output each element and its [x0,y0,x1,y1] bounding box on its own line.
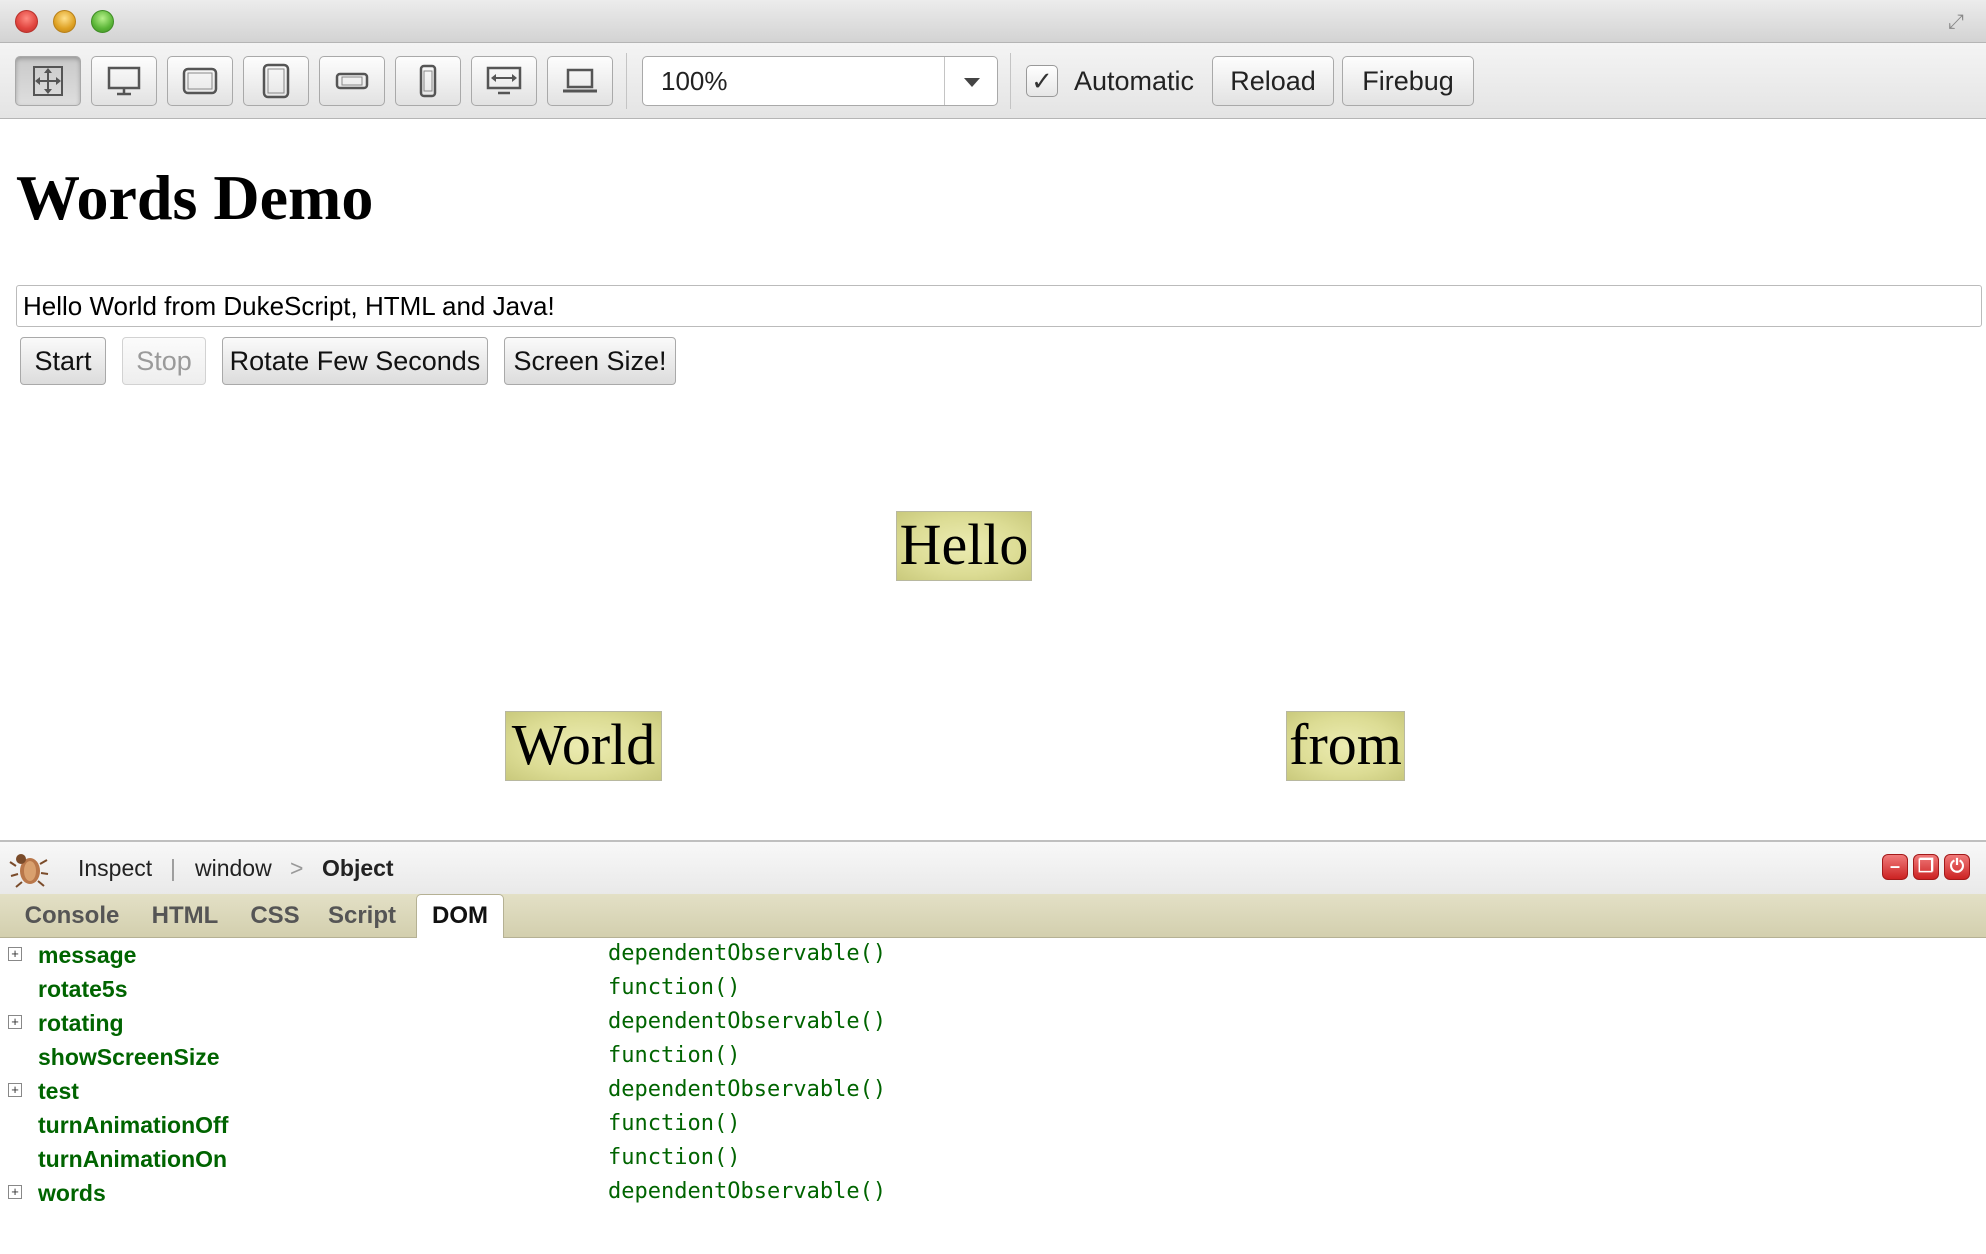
expand-plus-icon[interactable]: + [8,1015,22,1029]
stop-button[interactable]: Stop [122,337,206,385]
dom-value[interactable]: function() [608,1142,740,1174]
tab-script[interactable]: Script [318,894,406,938]
dom-key[interactable]: rotate5s [38,972,127,1006]
dom-value[interactable]: function() [608,1040,740,1072]
dom-value[interactable]: dependentObservable() [608,1176,886,1208]
dom-value[interactable]: function() [608,1108,740,1140]
move-arrows-button[interactable] [15,56,81,106]
dom-key[interactable]: turnAnimationOff [38,1108,228,1142]
breadcrumb-separator: > [290,855,304,881]
phone-portrait-icon [419,64,437,98]
expand-plus-icon[interactable]: + [8,1083,22,1097]
dom-row-turnanimationoff: turnAnimationOff function() [0,1108,1986,1142]
laptop-icon [563,68,597,93]
dom-key[interactable]: message [38,938,136,972]
device-toolbar: 100% ✓ Automatic Reload Firebug [0,43,1986,119]
word-from: from [1286,711,1405,781]
dom-row-words: + words dependentObservable() [0,1176,1986,1210]
phone-portrait-button[interactable] [395,56,461,106]
dom-property-list: + message dependentObservable() rotate5s… [0,938,1986,1254]
dom-row-rotating: + rotating dependentObservable() [0,1006,1986,1040]
start-button[interactable]: Start [20,337,106,385]
widescreen-icon [486,66,522,95]
automatic-checkbox[interactable]: ✓ [1026,65,1058,97]
expand-plus-icon[interactable]: + [8,947,22,961]
close-window-button[interactable] [15,10,38,33]
tab-html[interactable]: HTML [140,894,230,938]
inspect-button[interactable]: Inspect [78,842,152,894]
breadcrumb-object[interactable]: Object [322,842,394,894]
dom-key[interactable]: rotating [38,1006,124,1040]
dom-row-showscreensize: showScreenSize function() [0,1040,1986,1074]
word-world: World [505,711,662,781]
rotate-few-seconds-button[interactable]: Rotate Few Seconds [222,337,488,385]
word-hello: Hello [896,511,1032,581]
crumb-divider: | [170,855,176,881]
tablet-portrait-icon [262,63,290,99]
close-icon: ⏻ [1949,856,1965,876]
fullscreen-icon[interactable]: ⤢ [1944,10,1968,34]
minimize-icon: – [1889,856,1900,876]
widescreen-button[interactable] [471,56,537,106]
dom-key[interactable]: test [38,1074,79,1108]
minimize-window-button[interactable] [53,10,76,33]
dom-key[interactable]: turnAnimationOn [38,1142,227,1176]
firebug-header: Inspect | window > Object – ❐ ⏻ [0,840,1986,894]
page-title: Words Demo [16,162,374,233]
dom-row-rotate5s: rotate5s function() [0,972,1986,1006]
desktop-monitor-button[interactable] [91,56,157,106]
toolbar-separator [1010,53,1011,109]
zoom-value: 100% [661,66,728,96]
detach-panel-button[interactable]: ❐ [1913,854,1939,880]
detach-icon: ❐ [1917,856,1935,876]
dom-value[interactable]: dependentObservable() [608,1074,886,1106]
minimize-panel-button[interactable]: – [1882,854,1908,880]
zoom-select[interactable]: 100% [642,56,998,106]
expand-plus-icon[interactable]: + [8,1185,22,1199]
firebug-tabs: Console HTML CSS Script DOM [0,894,1986,939]
firebug-button[interactable]: Firebug [1342,56,1474,106]
tablet-landscape-icon [182,67,218,95]
firebug-bug-icon[interactable] [8,848,50,888]
dom-key[interactable]: showScreenSize [38,1040,220,1074]
tablet-landscape-button[interactable] [167,56,233,106]
tablet-portrait-button[interactable] [243,56,309,106]
desktop-monitor-icon [107,66,141,96]
dom-row-turnanimationon: turnAnimationOn function() [0,1142,1986,1176]
tab-css[interactable]: CSS [244,894,306,938]
phone-landscape-icon [335,72,369,90]
phone-landscape-button[interactable] [319,56,385,106]
dom-value[interactable]: dependentObservable() [608,1006,886,1038]
breadcrumb-window[interactable]: window [195,842,272,894]
window-titlebar: ⤢ [0,0,1986,43]
dom-key[interactable]: words [38,1176,106,1210]
reload-button[interactable]: Reload [1212,56,1334,106]
laptop-button[interactable] [547,56,613,106]
tab-console[interactable]: Console [16,894,128,938]
toolbar-separator [626,53,627,109]
automatic-label: Automatic [1074,66,1195,96]
dom-value[interactable]: dependentObservable() [608,938,886,970]
move-arrows-icon [33,66,63,96]
dom-row-test: + test dependentObservable() [0,1074,1986,1108]
screen-size-button[interactable]: Screen Size! [504,337,676,385]
tab-dom[interactable]: DOM [416,894,504,939]
checkmark-icon: ✓ [1031,66,1053,96]
zoom-window-button[interactable] [91,10,114,33]
chevron-down-icon[interactable] [944,57,997,105]
dom-row-message: + message dependentObservable() [0,938,1986,972]
message-input[interactable] [16,285,1982,327]
close-panel-button[interactable]: ⏻ [1944,854,1970,880]
dom-value[interactable]: function() [608,972,740,1004]
